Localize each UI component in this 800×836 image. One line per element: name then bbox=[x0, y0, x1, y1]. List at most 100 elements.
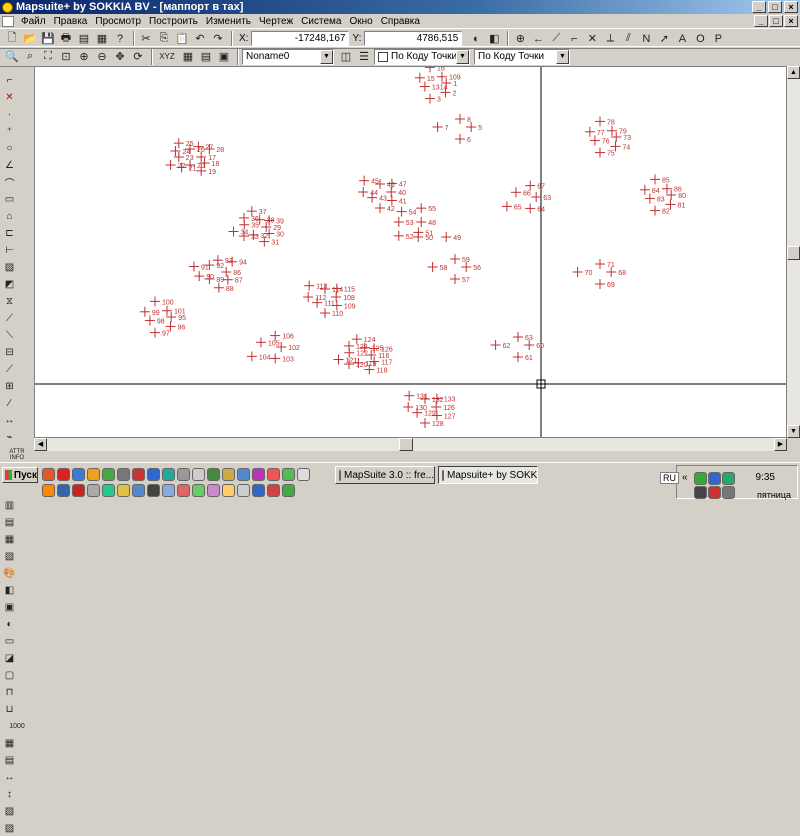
delete-icon[interactable]: ✕ bbox=[2, 90, 17, 105]
survey-point[interactable]: 124 bbox=[351, 334, 376, 345]
survey-point[interactable]: 99 bbox=[139, 306, 160, 317]
app-icon-27[interactable] bbox=[162, 484, 175, 497]
tool-y-icon[interactable]: ↔ bbox=[2, 770, 17, 785]
binoculars-icon[interactable]: ◐ bbox=[468, 31, 484, 47]
survey-point[interactable]: 71 bbox=[595, 259, 615, 269]
scroll-right-icon[interactable]: ▶ bbox=[774, 438, 787, 451]
tool-s-icon[interactable]: ◪ bbox=[2, 651, 17, 666]
app-icon-31[interactable] bbox=[222, 484, 235, 497]
document-icon[interactable] bbox=[2, 15, 14, 27]
zoom-out-icon[interactable]: ⊖ bbox=[94, 49, 110, 65]
xyz-button[interactable]: XYZ bbox=[156, 49, 178, 65]
zoom-extent-icon[interactable]: ⛶ bbox=[40, 49, 56, 65]
snap-arrow-icon[interactable]: ➚ bbox=[656, 31, 672, 47]
tool-e-icon[interactable]: ⊞ bbox=[2, 379, 17, 394]
dim-icon[interactable]: ⊢ bbox=[2, 243, 17, 258]
survey-point[interactable]: 84 bbox=[639, 184, 660, 195]
folder-icon[interactable] bbox=[87, 468, 100, 481]
minimize-button[interactable]: _ bbox=[752, 1, 766, 13]
survey-point[interactable]: 8 bbox=[455, 114, 471, 124]
menu-view[interactable]: Просмотр bbox=[91, 16, 145, 27]
app-icon-12[interactable] bbox=[207, 468, 220, 481]
tool-m-icon[interactable]: ▦ bbox=[2, 532, 17, 547]
survey-point[interactable]: 58 bbox=[427, 262, 448, 272]
mirror-icon[interactable]: ⧖ bbox=[2, 294, 17, 309]
survey-point[interactable]: 25 bbox=[173, 138, 194, 149]
tray-expand-icon[interactable]: « bbox=[682, 472, 688, 483]
survey-point[interactable]: 34 bbox=[228, 226, 249, 237]
menu-drawing[interactable]: Чертеж bbox=[255, 16, 297, 27]
app-icon-15[interactable] bbox=[252, 468, 265, 481]
survey-point[interactable]: 65 bbox=[501, 201, 522, 212]
survey-point[interactable]: 48 bbox=[416, 217, 436, 227]
tray-icon-2[interactable] bbox=[708, 472, 721, 485]
copy-icon[interactable]: ⎘ bbox=[156, 31, 172, 47]
point-icon[interactable]: · bbox=[2, 107, 17, 122]
tray-icon-6[interactable] bbox=[722, 486, 735, 499]
scroll-down-icon[interactable]: ▼ bbox=[787, 425, 800, 438]
app-icon-5[interactable] bbox=[102, 468, 115, 481]
fill-icon[interactable]: ◩ bbox=[2, 277, 17, 292]
corner-icon[interactable]: ⌐ bbox=[566, 31, 582, 47]
open-icon[interactable]: 📂 bbox=[22, 31, 38, 47]
survey-point[interactable]: 15 bbox=[414, 72, 435, 83]
undo-icon[interactable]: ↶ bbox=[192, 31, 208, 47]
survey-point[interactable]: 59 bbox=[450, 254, 470, 264]
scroll-up-icon[interactable]: ▲ bbox=[787, 66, 800, 79]
survey-point[interactable]: 22 bbox=[165, 160, 186, 170]
app-icon-19[interactable] bbox=[42, 484, 55, 497]
survey-point[interactable]: 70 bbox=[572, 267, 593, 277]
survey-point[interactable]: 6 bbox=[455, 134, 471, 144]
layer-select[interactable]: Noname0 ▼ bbox=[242, 48, 334, 65]
snap-o-button[interactable]: O bbox=[692, 31, 708, 47]
survey-point[interactable]: 88 bbox=[213, 282, 234, 293]
survey-point[interactable]: 86 bbox=[661, 183, 682, 194]
language-indicator[interactable]: RU bbox=[660, 472, 679, 484]
survey-point[interactable]: 82 bbox=[650, 205, 670, 216]
arc-icon[interactable]: ⌒ bbox=[2, 175, 17, 190]
survey-point[interactable]: 66 bbox=[510, 187, 531, 198]
chevron-down-icon[interactable]: ▼ bbox=[456, 49, 469, 64]
survey-point[interactable]: 64 bbox=[525, 203, 545, 214]
horizontal-scroll-thumb[interactable] bbox=[399, 438, 413, 451]
menu-system[interactable]: Система bbox=[297, 16, 345, 27]
line-icon[interactable]: ⟋ bbox=[548, 31, 564, 47]
tray-icon-5[interactable] bbox=[708, 486, 721, 499]
target-icon[interactable]: ⊕ bbox=[512, 31, 528, 47]
survey-point[interactable]: 102 bbox=[276, 342, 300, 352]
tool-aa-icon[interactable]: ▧ bbox=[2, 804, 17, 819]
new-icon[interactable]: 🗋 bbox=[4, 31, 20, 47]
horizontal-scrollbar[interactable]: ◀ ▶ bbox=[34, 438, 787, 451]
firefox-icon[interactable] bbox=[42, 468, 55, 481]
survey-point[interactable]: 110 bbox=[320, 308, 343, 318]
survey-point[interactable]: 83 bbox=[644, 193, 665, 204]
scroll-left-icon[interactable]: ◀ bbox=[34, 438, 47, 451]
tray-icon-1[interactable] bbox=[694, 472, 707, 485]
angle-icon[interactable]: ∠ bbox=[2, 158, 17, 173]
tool-c-icon[interactable]: ⊟ bbox=[2, 345, 17, 360]
save-icon[interactable]: 💾 bbox=[40, 31, 56, 47]
survey-point[interactable]: 121 bbox=[333, 354, 358, 365]
layer-stack-icon[interactable]: ☰ bbox=[356, 49, 372, 65]
tool-f-icon[interactable]: ∕ bbox=[2, 396, 17, 411]
chevron-down-icon[interactable]: ▼ bbox=[320, 49, 333, 64]
app-icon-25[interactable] bbox=[132, 484, 145, 497]
tool-w-icon[interactable]: ▦ bbox=[2, 736, 17, 751]
tool-h-icon[interactable]: ⌁ bbox=[2, 430, 17, 445]
snap-a-button[interactable]: A bbox=[674, 31, 690, 47]
tool-k-icon[interactable]: ▥ bbox=[2, 498, 17, 513]
redo-icon[interactable]: ↷ bbox=[210, 31, 226, 47]
layer-props-icon[interactable]: ◫ bbox=[338, 49, 354, 65]
layers-icon[interactable]: ▦ bbox=[94, 31, 110, 47]
arrow-left-icon[interactable]: ← bbox=[530, 31, 546, 47]
help-icon[interactable]: ? bbox=[112, 31, 128, 47]
tool-b-icon[interactable]: ⟍ bbox=[2, 328, 17, 343]
app-icon-23[interactable] bbox=[102, 484, 115, 497]
parallel-icon[interactable]: ⫽ bbox=[620, 31, 636, 47]
point-number-icon[interactable]: ⁺ bbox=[2, 124, 17, 139]
menu-window[interactable]: Окно bbox=[345, 16, 376, 27]
paste-icon[interactable]: 📋 bbox=[174, 31, 190, 47]
chevron-down-icon[interactable]: ▼ bbox=[556, 49, 569, 64]
app-icon-26[interactable] bbox=[147, 484, 160, 497]
point-code-checkbox-field[interactable]: По Коду Точки ▼ bbox=[374, 48, 470, 65]
